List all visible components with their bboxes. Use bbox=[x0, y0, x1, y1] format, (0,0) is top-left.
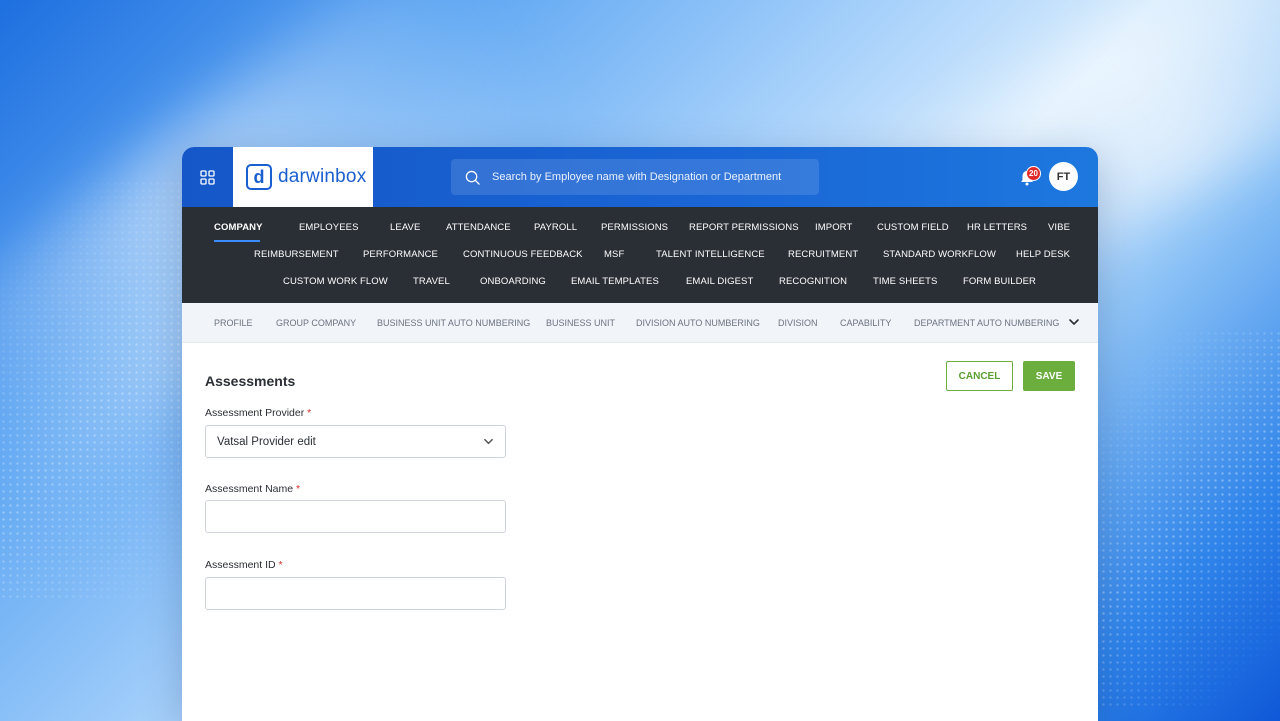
nav-item-continuous-feedback[interactable]: CONTINUOUS FEEDBACK bbox=[463, 249, 583, 260]
nav-item-vibe[interactable]: VIBE bbox=[1048, 222, 1070, 233]
sub-navigation: PROFILE GROUP COMPANY BUSINESS UNIT AUTO… bbox=[182, 303, 1098, 343]
logo-text: darwinbox bbox=[278, 166, 367, 187]
assessment-name-input[interactable] bbox=[205, 500, 506, 533]
subnav-item-business-unit-auto-numbering[interactable]: BUSINESS UNIT AUTO NUMBERING bbox=[377, 318, 530, 328]
nav-item-standard-workflow[interactable]: STANDARD WORKFLOW bbox=[883, 249, 996, 260]
nav-item-msf[interactable]: MSF bbox=[604, 249, 624, 260]
nav-item-import[interactable]: IMPORT bbox=[815, 222, 852, 233]
assessment-name-label-text: Assessment Name bbox=[205, 483, 294, 495]
logo-mark: d bbox=[246, 164, 272, 190]
assessment-name-label: Assessment Name * bbox=[205, 483, 300, 495]
subnav-item-profile[interactable]: PROFILE bbox=[214, 318, 253, 328]
subnav-item-business-unit[interactable]: BUSINESS UNIT bbox=[546, 318, 615, 328]
required-mark: * bbox=[307, 407, 312, 419]
cancel-button[interactable]: CANCEL bbox=[946, 361, 1013, 391]
nav-item-performance[interactable]: PERFORMANCE bbox=[363, 249, 438, 260]
nav-item-onboarding[interactable]: ONBOARDING bbox=[480, 276, 546, 287]
nav-item-help-desk[interactable]: HELP DESK bbox=[1016, 249, 1070, 260]
page-title: Assessments bbox=[205, 373, 296, 389]
assessment-id-label: Assessment ID * bbox=[205, 559, 283, 571]
nav-item-employees[interactable]: EMPLOYEES bbox=[299, 222, 359, 233]
subnav-item-department-auto-numbering[interactable]: DEPARTMENT AUTO NUMBERING bbox=[914, 318, 1059, 328]
assessment-provider-value: Vatsal Provider edit bbox=[217, 435, 316, 448]
nav-item-custom-field[interactable]: CUSTOM FIELD bbox=[877, 222, 949, 233]
required-mark: * bbox=[278, 559, 283, 571]
nav-item-email-templates[interactable]: EMAIL TEMPLATES bbox=[571, 276, 659, 287]
nav-item-leave[interactable]: LEAVE bbox=[390, 222, 420, 233]
nav-item-permissions[interactable]: PERMISSIONS bbox=[601, 222, 668, 233]
avatar[interactable]: FT bbox=[1049, 162, 1078, 191]
grid-icon bbox=[200, 169, 215, 185]
nav-item-company[interactable]: COMPANY bbox=[214, 222, 263, 233]
logo[interactable]: d darwinbox bbox=[233, 147, 373, 207]
nav-item-custom-work-flow[interactable]: CUSTOM WORK FLOW bbox=[283, 276, 388, 287]
nav-item-reimbursement[interactable]: REIMBURSEMENT bbox=[254, 249, 339, 260]
nav-item-talent-intelligence[interactable]: TALENT INTELLIGENCE bbox=[656, 249, 765, 260]
chevron-down-icon bbox=[484, 438, 493, 445]
nav-item-attendance[interactable]: ATTENDANCE bbox=[446, 222, 511, 233]
search-input[interactable] bbox=[492, 171, 802, 183]
background-dots bbox=[1100, 330, 1280, 710]
app-window: d darwinbox 20 FT COMPANY EMPLOYEES LEAV… bbox=[182, 147, 1098, 721]
chevron-down-icon[interactable] bbox=[1068, 316, 1080, 328]
assessment-provider-label: Assessment Provider * bbox=[205, 407, 311, 419]
notification-button[interactable]: 20 bbox=[1020, 166, 1041, 187]
app-launcher-button[interactable] bbox=[182, 147, 233, 207]
active-tab-indicator bbox=[214, 240, 260, 242]
main-navigation: COMPANY EMPLOYEES LEAVE ATTENDANCE PAYRO… bbox=[182, 207, 1098, 303]
search-bar[interactable] bbox=[451, 159, 819, 195]
assessment-provider-label-text: Assessment Provider bbox=[205, 407, 305, 419]
nav-item-form-builder[interactable]: FORM BUILDER bbox=[963, 276, 1036, 287]
required-mark: * bbox=[296, 483, 301, 495]
subnav-item-division-auto-numbering[interactable]: DIVISION AUTO NUMBERING bbox=[636, 318, 760, 328]
assessment-id-input[interactable] bbox=[205, 577, 506, 610]
nav-item-recruitment[interactable]: RECRUITMENT bbox=[788, 249, 858, 260]
search-icon bbox=[465, 170, 480, 185]
subnav-item-group-company[interactable]: GROUP COMPANY bbox=[276, 318, 356, 328]
nav-item-time-sheets[interactable]: TIME SHEETS bbox=[873, 276, 937, 287]
nav-item-hr-letters[interactable]: HR LETTERS bbox=[967, 222, 1027, 233]
assessment-provider-select[interactable]: Vatsal Provider edit bbox=[205, 425, 506, 458]
nav-item-report-permissions[interactable]: REPORT PERMISSIONS bbox=[689, 222, 799, 233]
nav-item-payroll[interactable]: PAYROLL bbox=[534, 222, 577, 233]
assessment-id-label-text: Assessment ID bbox=[205, 559, 276, 571]
nav-item-recognition[interactable]: RECOGNITION bbox=[779, 276, 847, 287]
subnav-item-division[interactable]: DIVISION bbox=[778, 318, 818, 328]
top-bar: d darwinbox 20 FT bbox=[182, 147, 1098, 207]
save-button[interactable]: SAVE bbox=[1023, 361, 1075, 391]
subnav-item-capability[interactable]: CAPABILITY bbox=[840, 318, 891, 328]
nav-item-email-digest[interactable]: EMAIL DIGEST bbox=[686, 276, 753, 287]
notification-badge: 20 bbox=[1026, 166, 1041, 181]
nav-item-travel[interactable]: TRAVEL bbox=[413, 276, 450, 287]
